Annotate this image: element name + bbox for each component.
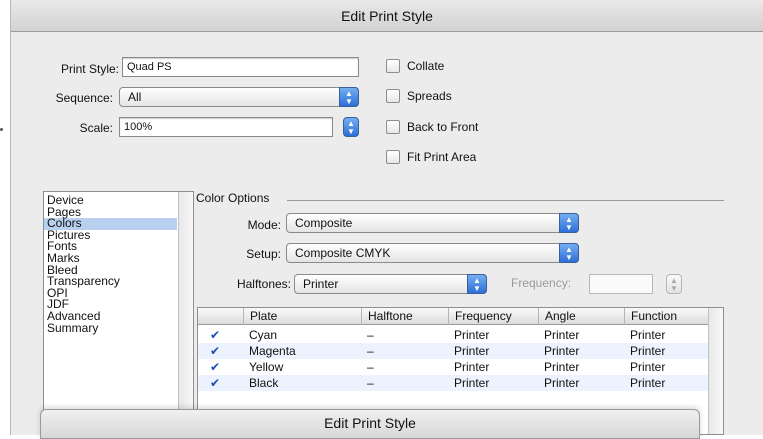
mode-value: Composite: [295, 216, 353, 230]
frequency-label: Frequency:: [511, 276, 572, 290]
group-divider: [287, 200, 724, 201]
table-row[interactable]: ✔ Yellow – Printer Printer Printer: [198, 359, 723, 375]
table-header: Plate Halftone Frequency Angle Function: [198, 308, 723, 325]
halftone-cell: –: [367, 376, 374, 390]
table-scrollbar[interactable]: [708, 308, 723, 434]
spreads-checkbox[interactable]: Spreads: [386, 89, 452, 103]
halftone-cell: –: [367, 360, 374, 374]
fit-print-area-label: Fit Print Area: [407, 150, 477, 164]
frequency-cell: Printer: [454, 328, 490, 342]
table-row[interactable]: ✔ Magenta – Printer Printer Printer: [198, 343, 723, 359]
column-header[interactable]: Plate: [243, 308, 361, 325]
frequency-cell: Printer: [454, 360, 490, 374]
checkmark-icon[interactable]: ✔: [210, 361, 222, 373]
mode-popup[interactable]: Composite ▲ ▼: [286, 213, 579, 233]
up-down-arrows-icon: ▲ ▼: [339, 87, 359, 107]
checkbox-box[interactable]: [386, 59, 400, 73]
angle-cell: Printer: [544, 376, 580, 390]
function-cell: Printer: [630, 328, 666, 342]
up-down-arrows-icon: ▲ ▼: [559, 243, 579, 263]
frequency-cell: Printer: [454, 344, 490, 358]
angle-cell: Printer: [544, 360, 580, 374]
column-header[interactable]: Function: [624, 308, 710, 325]
setup-label: Setup:: [246, 247, 281, 261]
function-cell: Printer: [630, 344, 666, 358]
plate-cell: Magenta: [249, 344, 296, 358]
halftone-cell: –: [367, 344, 374, 358]
list-item[interactable]: Summary: [44, 322, 177, 335]
frequency-stepper: ▲ ▼: [666, 274, 682, 294]
halftones-label: Halftones:: [236, 277, 291, 291]
collate-label: Collate: [407, 59, 445, 73]
sequence-popup[interactable]: All ▲ ▼: [119, 87, 359, 107]
checkbox-box[interactable]: [386, 89, 400, 103]
scale-field[interactable]: 100%: [119, 117, 333, 137]
table-row[interactable]: ✔ Black – Printer Printer Printer: [198, 375, 723, 391]
checkmark-icon[interactable]: ✔: [210, 377, 222, 389]
collate-checkbox[interactable]: Collate: [386, 59, 444, 73]
print-style-field[interactable]: Quad PS: [122, 57, 359, 77]
print-style-label: Print Style:: [60, 62, 119, 76]
back-to-front-label: Back to Front: [407, 120, 479, 134]
up-down-arrows-icon: ▲ ▼: [559, 213, 579, 233]
edit-print-style-window: Edit Print Style Print Style: Quad PS Se…: [10, 0, 763, 435]
mode-label: Mode:: [247, 218, 281, 232]
function-cell: Printer: [630, 360, 666, 374]
up-down-arrows-icon: ▲ ▼: [467, 274, 487, 294]
frequency-cell: Printer: [454, 376, 490, 390]
up-down-arrows-icon: ▲ ▼: [347, 119, 355, 136]
checkmark-icon[interactable]: ✔: [210, 329, 222, 341]
spreads-label: Spreads: [407, 89, 452, 103]
checkbox-column-header[interactable]: [198, 308, 243, 325]
halftones-popup[interactable]: Printer ▲ ▼: [294, 274, 487, 294]
checkbox-box[interactable]: [386, 150, 400, 164]
window-title: Edit Print Style: [11, 0, 763, 32]
fit-print-area-checkbox[interactable]: Fit Print Area: [386, 150, 476, 164]
back-to-front-checkbox[interactable]: Back to Front: [386, 120, 478, 134]
plate-cell: Cyan: [249, 328, 278, 342]
angle-cell: Printer: [544, 328, 580, 342]
plate-cell: Yellow: [249, 360, 284, 374]
marker-dot: [0, 128, 3, 131]
checkbox-box[interactable]: [386, 120, 400, 134]
frequency-field: [589, 274, 653, 294]
halftones-value: Printer: [303, 277, 339, 291]
function-cell: Printer: [630, 376, 666, 390]
list-scrollbar[interactable]: [178, 192, 193, 434]
plate-cell: Black: [249, 376, 279, 390]
halftone-cell: –: [367, 328, 374, 342]
column-header[interactable]: Frequency: [448, 308, 538, 325]
checkmark-icon[interactable]: ✔: [210, 345, 222, 357]
setup-value: Composite CMYK: [295, 246, 391, 260]
scale-stepper[interactable]: ▲ ▼: [343, 117, 359, 137]
column-header[interactable]: Halftone: [361, 308, 448, 325]
color-options-title: Color Options: [196, 191, 270, 205]
scale-label: Scale:: [79, 121, 113, 135]
sequence-label: Sequence:: [55, 91, 113, 105]
sequence-value: All: [128, 90, 142, 104]
angle-cell: Printer: [544, 344, 580, 358]
table-row[interactable]: ✔ Cyan – Printer Printer Printer: [198, 327, 723, 343]
category-list[interactable]: Device Pages Colors Pictures Fonts Marks…: [43, 191, 194, 435]
up-down-arrows-icon: ▲ ▼: [670, 276, 678, 293]
setup-popup[interactable]: Composite CMYK ▲ ▼: [286, 243, 579, 263]
column-header[interactable]: Angle: [538, 308, 624, 325]
